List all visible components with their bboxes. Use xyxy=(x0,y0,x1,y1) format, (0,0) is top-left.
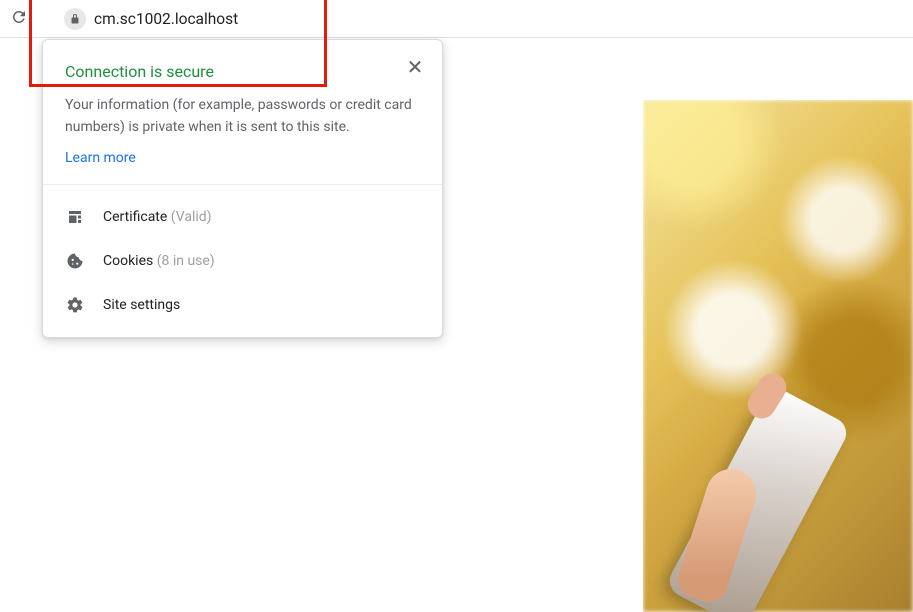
certificate-label-text: Certificate xyxy=(103,209,171,225)
close-icon: ✕ xyxy=(407,57,424,77)
url-text[interactable]: cm.sc1002.localhost xyxy=(94,10,238,28)
site-info-button[interactable]: cm.sc1002.localhost xyxy=(64,8,238,30)
cookies-item[interactable]: Cookies (8 in use) xyxy=(43,239,442,283)
gear-icon xyxy=(65,295,85,315)
certificate-item[interactable]: Certificate (Valid) xyxy=(43,195,442,239)
close-button[interactable]: ✕ xyxy=(402,54,428,80)
hero-image xyxy=(643,100,913,612)
reload-icon xyxy=(10,8,28,30)
reload-button[interactable] xyxy=(4,4,34,34)
lock-icon xyxy=(64,8,86,30)
site-settings-item[interactable]: Site settings xyxy=(43,283,442,327)
connection-title: Connection is secure xyxy=(65,62,420,81)
certificate-status: (Valid) xyxy=(171,209,212,225)
certificate-label: Certificate (Valid) xyxy=(103,209,212,225)
address-bar: cm.sc1002.localhost xyxy=(0,0,913,38)
cookies-status: (8 in use) xyxy=(157,253,215,269)
popover-list: Certificate (Valid) Cookies (8 in use) S… xyxy=(43,185,442,337)
certificate-icon xyxy=(65,207,85,227)
popover-header: ✕ Connection is secure Your information … xyxy=(43,40,442,184)
cookies-label-text: Cookies xyxy=(103,253,157,269)
site-settings-label: Site settings xyxy=(103,297,180,313)
learn-more-link[interactable]: Learn more xyxy=(65,150,136,166)
cookie-icon xyxy=(65,251,85,271)
connection-description: Your information (for example, passwords… xyxy=(65,95,420,138)
site-info-popover: ✕ Connection is secure Your information … xyxy=(42,39,443,338)
cookies-label: Cookies (8 in use) xyxy=(103,253,215,269)
